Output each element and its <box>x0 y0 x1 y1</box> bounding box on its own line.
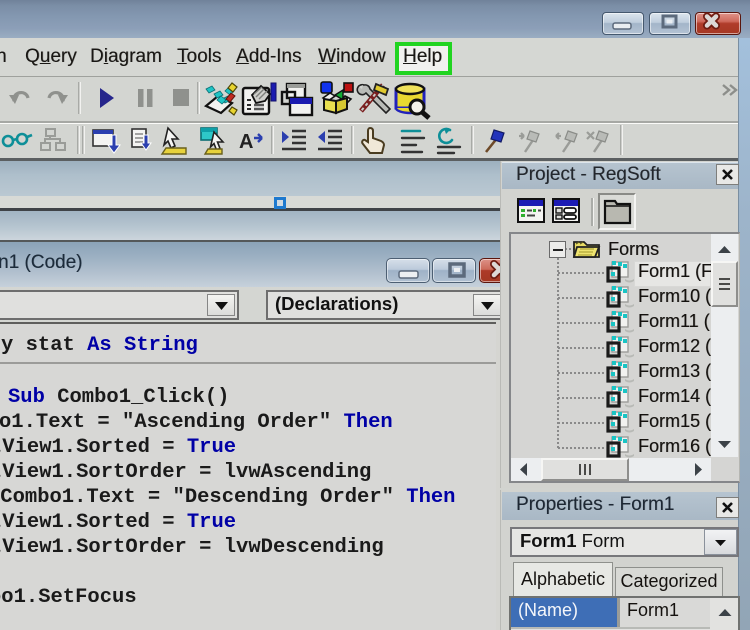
svg-text:A: A <box>239 131 253 153</box>
